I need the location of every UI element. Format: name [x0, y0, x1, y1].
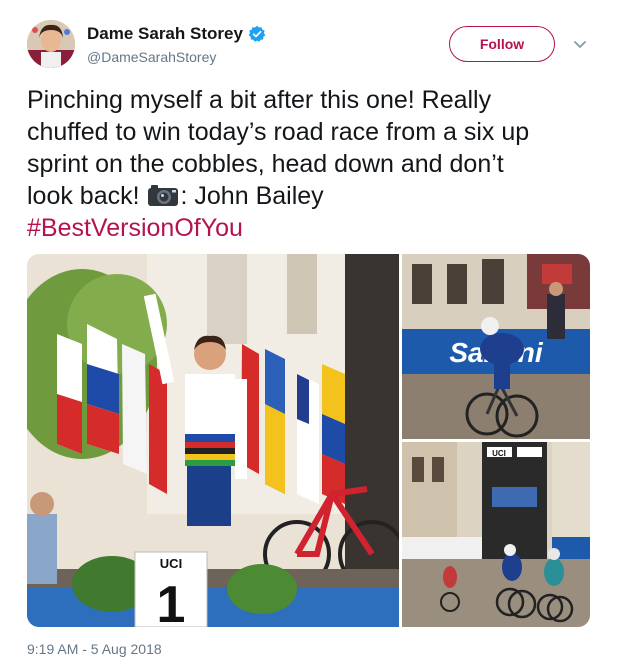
tweet-line: look back!	[27, 182, 140, 210]
verified-badge-icon	[248, 25, 266, 43]
podium-photo[interactable]: UCI 1	[27, 254, 399, 627]
display-name[interactable]: Dame Sarah Storey	[87, 24, 266, 44]
podium-number: 1	[157, 576, 186, 627]
chevron-down-icon[interactable]	[570, 34, 590, 54]
media-grid: UCI 1 Santini	[27, 254, 590, 627]
display-name-text[interactable]: Dame Sarah Storey	[87, 24, 243, 44]
street-race-photo[interactable]: UCI	[402, 442, 590, 627]
uci-truck-label: UCI	[492, 449, 506, 458]
camera-emoji-icon	[147, 183, 179, 207]
tweet-line: Pinching myself a bit after this one! Re…	[27, 86, 492, 114]
tweet-line: sprint on the cobbles, head down and don…	[27, 150, 504, 178]
user-handle[interactable]: @DameSarahStorey	[87, 49, 266, 65]
hashtag-link[interactable]: #BestVersionOfYou	[27, 212, 597, 244]
user-names: Dame Sarah Storey @DameSarahStorey	[87, 24, 266, 65]
tweet-timestamp[interactable]: 9:19 AM - 5 Aug 2018	[27, 641, 162, 657]
tweet-line: chuffed to win today’s road race from a …	[27, 118, 530, 146]
follow-button[interactable]: Follow	[449, 26, 555, 62]
tweet-text: Pinching myself a bit after this one! Re…	[27, 84, 597, 244]
uci-sign-label: UCI	[160, 556, 182, 571]
sprint-photo[interactable]: Santini	[402, 254, 590, 439]
photo-credit: : John Bailey	[180, 182, 324, 210]
avatar[interactable]	[27, 20, 75, 68]
tweet-header: Dame Sarah Storey @DameSarahStorey Follo…	[27, 20, 592, 70]
